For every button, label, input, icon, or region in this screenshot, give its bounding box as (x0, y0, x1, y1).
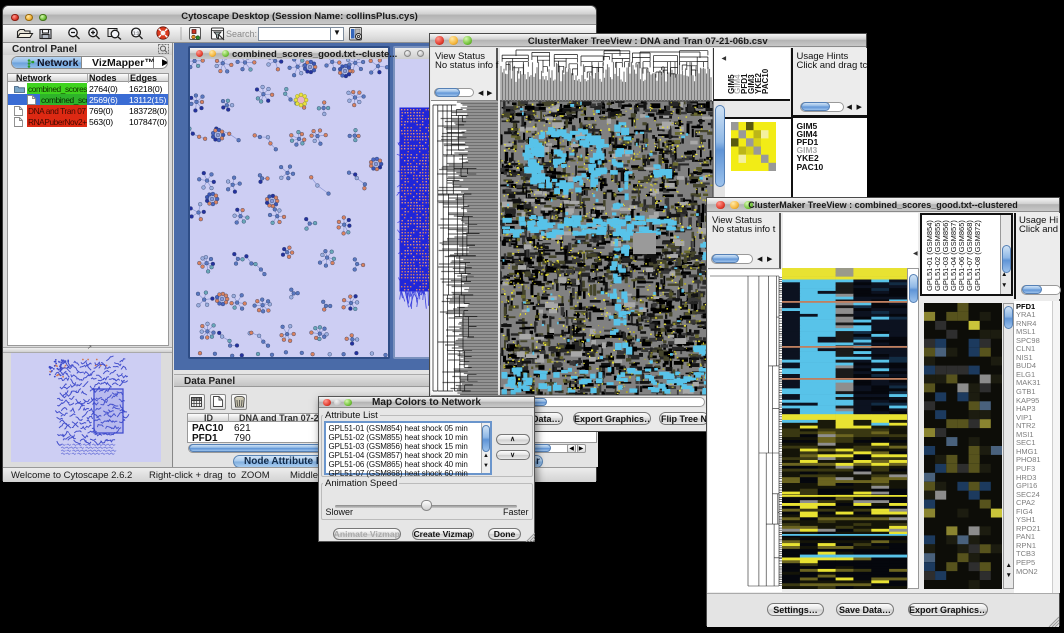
svg-text:1:1: 1:1 (133, 31, 140, 36)
